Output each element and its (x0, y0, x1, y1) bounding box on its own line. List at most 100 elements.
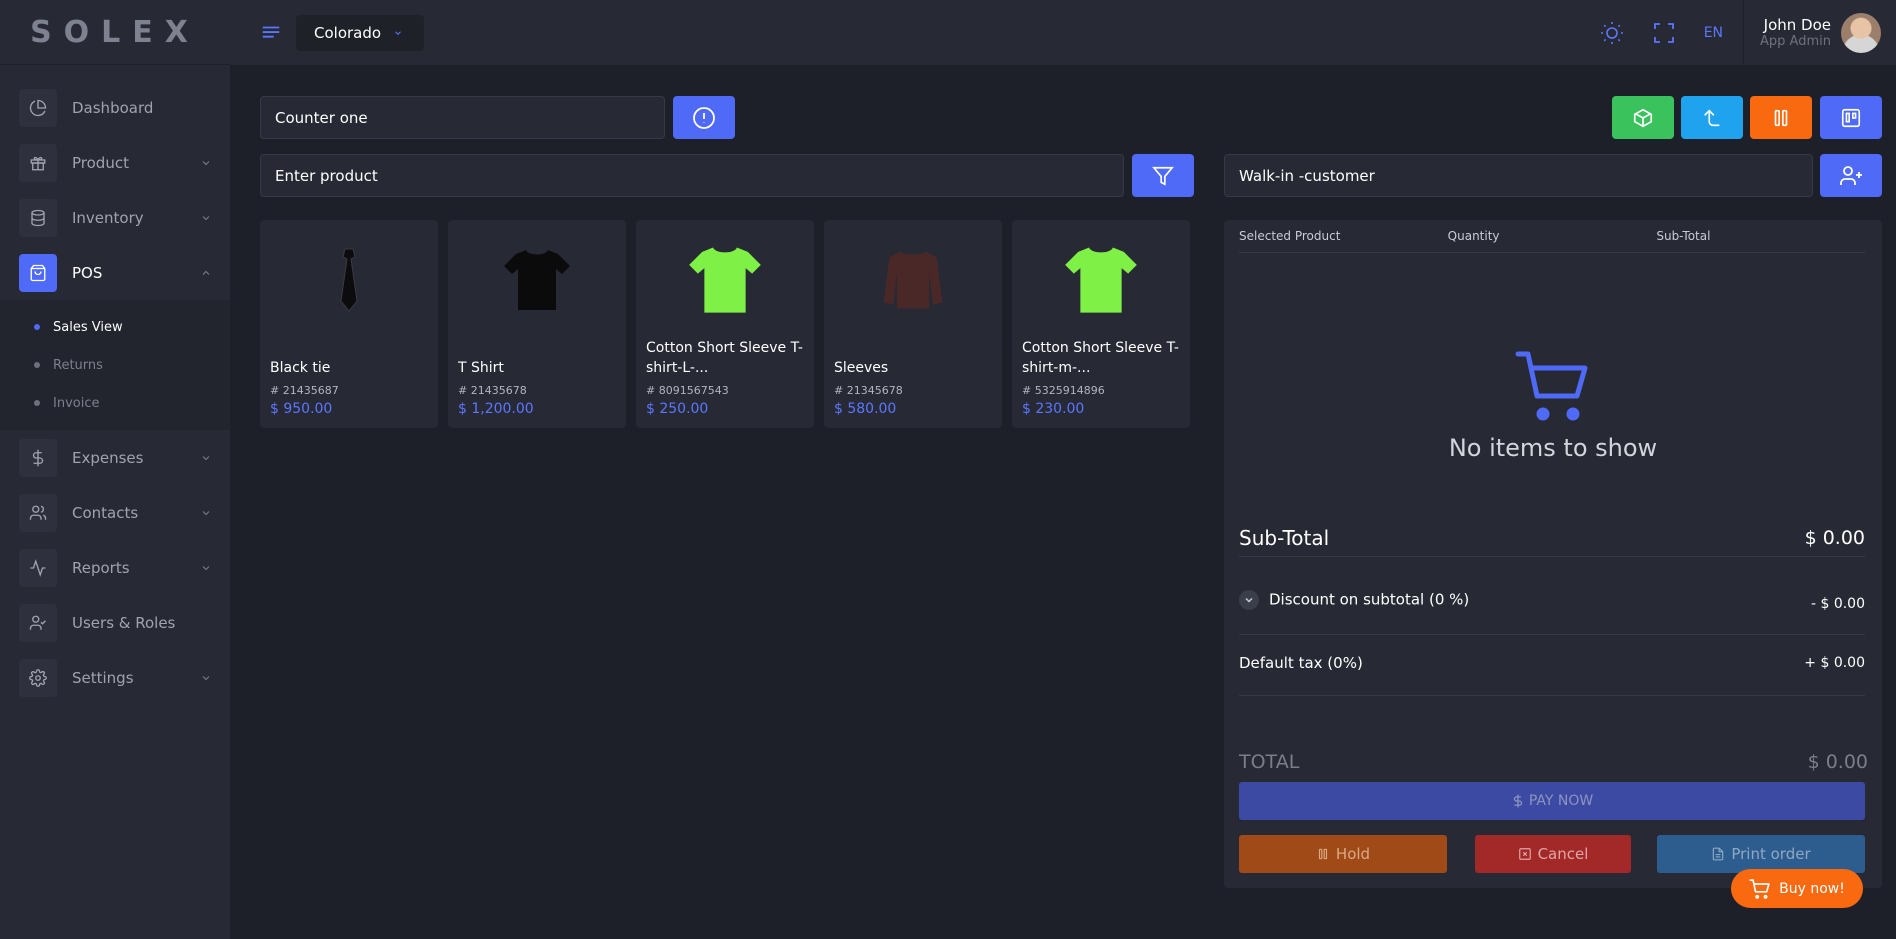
cart-table-header: Selected Product Quantity Sub-Total (1239, 220, 1865, 253)
product-sku: # 21435687 (270, 384, 339, 397)
user-check-icon (19, 603, 57, 642)
product-card[interactable]: Black tie # 21435687 $ 950.00 (260, 220, 438, 428)
product-name: Cotton Short Sleeve T-shirt-m-... (1022, 340, 1179, 376)
sidebar-item-users-roles[interactable]: Users & Roles (0, 595, 230, 650)
products-box-button[interactable] (1612, 96, 1674, 139)
sidebar-item-dashboard[interactable]: Dashboard (0, 80, 230, 135)
product-price: $ 230.00 (1022, 401, 1085, 417)
product-sku: # 5325914896 (1022, 384, 1105, 397)
menu-toggle-icon[interactable] (260, 22, 282, 44)
user-menu[interactable]: John Doe App Admin (1743, 0, 1896, 65)
dollar-icon (1513, 794, 1522, 808)
product-card[interactable]: Sleeves # 21345678 $ 580.00 (824, 220, 1002, 428)
dollar-icon (19, 438, 57, 477)
product-card[interactable]: Cotton Short Sleeve T-shirt-m-... # 5325… (1012, 220, 1190, 428)
logo-text: SOLEX (30, 14, 200, 50)
upload-button[interactable] (1681, 96, 1743, 139)
discount-label: Discount on subtotal (0 %) (1269, 590, 1470, 609)
counter-select[interactable]: Counter one (260, 96, 665, 139)
sidebar: SOLEX Dashboard Product Inventory POS Sa… (0, 0, 230, 939)
sidebar-item-label: Dashboard (72, 98, 154, 117)
chevron-down-icon (202, 215, 210, 220)
tax-label: Default tax (0%) (1239, 654, 1363, 672)
sidebar-item-reports[interactable]: Reports (0, 540, 230, 595)
sidebar-item-settings[interactable]: Settings (0, 650, 230, 705)
product-sku: # 21435678 (458, 384, 527, 397)
sidebar-item-label: Inventory (72, 208, 144, 227)
filter-button[interactable] (1132, 154, 1194, 197)
x-square-icon (1518, 848, 1531, 860)
board-button[interactable] (1820, 96, 1882, 139)
sidebar-subitem-sales-view[interactable]: Sales View (0, 308, 230, 346)
divider (1239, 634, 1865, 635)
add-customer-button[interactable] (1820, 154, 1882, 197)
pos-submenu: Sales View Returns Invoice (0, 300, 230, 430)
product-card[interactable]: T Shirt # 21435678 $ 1,200.00 (448, 220, 626, 428)
print-order-button[interactable]: Print order (1657, 835, 1865, 873)
corner-left-up-icon (1704, 108, 1720, 126)
buy-now-button[interactable]: Buy now! (1731, 869, 1863, 908)
sidebar-subitem-label: Invoice (53, 395, 100, 411)
sidebar-subitem-label: Sales View (53, 319, 123, 335)
shopping-cart-icon (1515, 351, 1588, 421)
product-price: $ 1,200.00 (458, 401, 534, 417)
location-select[interactable]: Colorado (296, 14, 424, 51)
sidebar-subitem-label: Returns (53, 357, 103, 373)
filter-icon (1152, 166, 1174, 186)
logo[interactable]: SOLEX (0, 0, 230, 65)
sidebar-item-expenses[interactable]: Expenses (0, 430, 230, 485)
pay-now-button[interactable]: PAY NOW (1239, 782, 1865, 820)
product-image (834, 220, 992, 338)
product-card[interactable]: Cotton Short Sleeve T-shirt-L-... # 8091… (636, 220, 814, 428)
alert-circle-icon (693, 106, 715, 129)
sidebar-item-label: Reports (72, 558, 130, 577)
sidebar-subitem-returns[interactable]: Returns (0, 346, 230, 384)
shopping-bag-icon (19, 253, 57, 292)
product-price: $ 580.00 (834, 401, 897, 417)
product-image (458, 220, 616, 338)
chevron-up-icon (202, 270, 210, 275)
database-icon (19, 198, 57, 237)
product-price: $ 250.00 (646, 401, 709, 417)
counter-info-button[interactable] (673, 96, 735, 139)
counter-value: Counter one (275, 108, 368, 127)
sun-icon[interactable] (1600, 21, 1624, 45)
product-search-input[interactable]: Enter product (260, 154, 1124, 197)
buy-now-label: Buy now! (1779, 880, 1845, 897)
sidebar-item-label: Product (72, 153, 129, 172)
user-name: John Doe (1763, 16, 1831, 34)
gift-icon (19, 143, 57, 182)
discount-toggle[interactable] (1239, 590, 1259, 610)
tshirt-image (504, 250, 570, 310)
column-header: Selected Product (1239, 229, 1341, 243)
sidebar-item-inventory[interactable]: Inventory (0, 190, 230, 245)
customer-value: Walk-in -customer (1239, 166, 1375, 185)
language-switch[interactable]: EN (1704, 25, 1723, 41)
sidebar-item-product[interactable]: Product (0, 135, 230, 190)
chevron-down-icon (395, 30, 401, 35)
sidebar-subitem-invoice[interactable]: Invoice (0, 384, 230, 422)
tshirt-image (689, 247, 761, 313)
hold-list-button[interactable] (1750, 96, 1812, 139)
chevron-down-icon (202, 565, 210, 570)
avatar[interactable] (1841, 12, 1881, 53)
tie-image (340, 248, 358, 312)
subtotal-value: $ 0.00 (1804, 527, 1865, 549)
user-info: John Doe App Admin (1760, 16, 1831, 49)
topbar: Colorado EN John Doe App Admin (230, 0, 1896, 65)
sidebar-item-pos[interactable]: POS (0, 245, 230, 300)
bullet-icon (34, 400, 40, 406)
cancel-button[interactable]: Cancel (1475, 835, 1631, 873)
product-name: T Shirt (458, 360, 504, 376)
total-row: TOTAL $ 0.00 (1239, 751, 1868, 773)
fullscreen-icon[interactable] (1652, 21, 1676, 45)
discount-label-wrap: Discount on subtotal (0 %) (1239, 590, 1469, 610)
user-plus-icon (1840, 165, 1862, 185)
customer-select[interactable]: Walk-in -customer (1224, 154, 1813, 197)
print-order-label: Print order (1731, 845, 1811, 863)
hold-button[interactable]: Hold (1239, 835, 1447, 873)
location-select-value: Colorado (314, 23, 382, 42)
sidebar-item-label: Users & Roles (72, 613, 176, 632)
sidebar-item-label: Settings (72, 668, 134, 687)
sidebar-item-contacts[interactable]: Contacts (0, 485, 230, 540)
